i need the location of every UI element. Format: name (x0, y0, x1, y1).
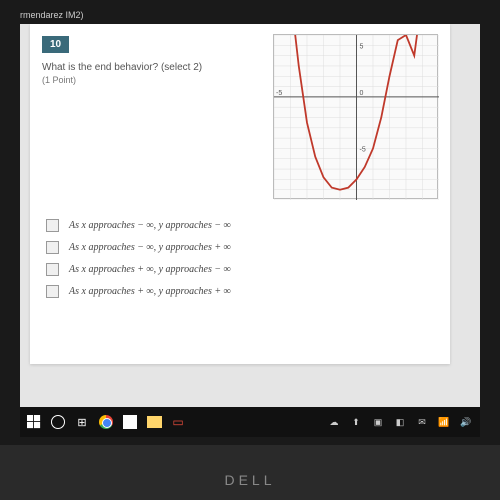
checkbox-option-1[interactable] (46, 219, 59, 232)
option-row: As x approaches − ∞, y approaches + ∞ (46, 241, 438, 254)
store-icon[interactable] (122, 414, 138, 430)
question-points: (1 Point) (42, 75, 263, 85)
checkbox-option-3[interactable] (46, 263, 59, 276)
wifi-icon[interactable]: 📶 (436, 414, 452, 430)
tray-icon[interactable]: ☁ (326, 414, 342, 430)
svg-text:5: 5 (360, 43, 364, 50)
options-list: As x approaches − ∞, y approaches − ∞ As… (46, 219, 438, 298)
taskbar: ⊞ ▭ ☁ ⬆ ▣ ◧ ✉ 📶 🔊 (20, 407, 480, 437)
option-row: As x approaches + ∞, y approaches + ∞ (46, 285, 438, 298)
tray-icon[interactable]: ⬆ (348, 414, 364, 430)
tray-icon[interactable]: ▣ (370, 414, 386, 430)
volume-icon[interactable]: 🔊 (458, 414, 474, 430)
option-label: As x approaches − ∞, y approaches + ∞ (69, 242, 231, 253)
option-row: As x approaches − ∞, y approaches − ∞ (46, 219, 438, 232)
question-number-badge: 10 (42, 36, 69, 53)
tray-icon[interactable]: ◧ (392, 414, 408, 430)
monitor-bezel: rmendarez IM2) 10 What is the end behavi… (0, 0, 500, 445)
option-label: As x approaches − ∞, y approaches − ∞ (69, 220, 231, 231)
brand-label: DELL (0, 472, 500, 488)
svg-text:-5: -5 (360, 146, 366, 153)
question-text: What is the end behavior? (select 2) (42, 61, 263, 75)
window-title: rmendarez IM2) (20, 8, 480, 24)
tray-icon[interactable]: ✉ (414, 414, 430, 430)
svg-text:-5: -5 (276, 90, 282, 97)
option-row: As x approaches + ∞, y approaches − ∞ (46, 263, 438, 276)
question-card: 10 What is the end behavior? (select 2) … (30, 24, 450, 364)
option-label: As x approaches + ∞, y approaches − ∞ (69, 264, 231, 275)
option-label: As x approaches + ∞, y approaches + ∞ (69, 286, 231, 297)
taskview-icon[interactable]: ⊞ (74, 414, 90, 430)
app-icon[interactable]: ▭ (170, 414, 186, 430)
start-button-icon[interactable] (26, 414, 42, 430)
graph-plot: 5 0 -5 -5 (273, 34, 438, 199)
chrome-icon[interactable] (98, 414, 114, 430)
checkbox-option-2[interactable] (46, 241, 59, 254)
app-window: 10 What is the end behavior? (select 2) … (20, 24, 480, 419)
checkbox-option-4[interactable] (46, 285, 59, 298)
svg-text:0: 0 (360, 90, 364, 97)
cortana-icon[interactable] (50, 414, 66, 430)
file-explorer-icon[interactable] (146, 414, 162, 430)
